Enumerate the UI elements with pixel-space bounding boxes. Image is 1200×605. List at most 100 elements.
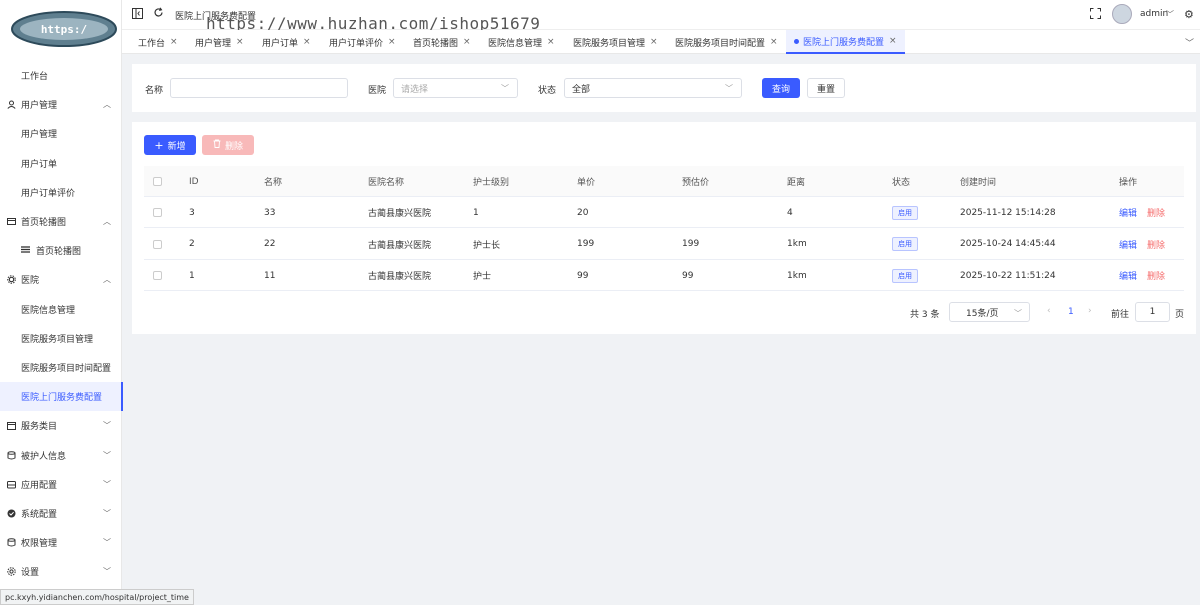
close-icon[interactable]: × bbox=[303, 37, 311, 47]
database-icon bbox=[6, 450, 17, 461]
tab-5[interactable]: 医院信息管理 × bbox=[480, 30, 563, 54]
sidebar-item-1[interactable]: 用户管理 ︿ bbox=[0, 90, 122, 119]
delete-link[interactable]: 删除 bbox=[1147, 206, 1165, 219]
chevron-down-icon[interactable]: ﹀ bbox=[1166, 9, 1174, 20]
sidebar-item-15[interactable]: 系统配置 ﹀ bbox=[0, 499, 122, 528]
search-button[interactable]: 查询 bbox=[762, 78, 800, 98]
close-icon[interactable]: × bbox=[547, 37, 555, 47]
sidebar-item-13[interactable]: 被护人信息 ﹀ bbox=[0, 440, 122, 469]
edit-link[interactable]: 编辑 bbox=[1119, 206, 1137, 219]
page-size-select[interactable]: 15条/页 ﹀ bbox=[949, 302, 1030, 322]
row-checkbox[interactable] bbox=[153, 260, 162, 291]
next-page-icon[interactable]: › bbox=[1088, 306, 1092, 326]
sidebar-item-14[interactable]: 应用配置 ﹀ bbox=[0, 470, 122, 499]
cell-distance: 4 bbox=[787, 207, 793, 218]
sidebar: https:/ 工作台 用户管理 ︿ 用户管理 用户订单 用户订单评价 首页轮播图 ︿ 首页轮播… bbox=[0, 0, 123, 605]
status-select[interactable]: 全部 ﹀ bbox=[564, 78, 742, 98]
sidebar-item-7[interactable]: 医院 ︿ bbox=[0, 265, 122, 294]
status-badge: 启用 bbox=[892, 205, 918, 220]
column-header: 预估价 bbox=[682, 178, 710, 188]
calendar-icon bbox=[6, 420, 17, 431]
avatar[interactable] bbox=[1112, 4, 1132, 24]
close-icon[interactable]: × bbox=[170, 37, 178, 47]
tab-2[interactable]: 用户订单 × bbox=[254, 30, 319, 54]
username[interactable]: admin bbox=[1140, 9, 1168, 19]
chevron-down-icon: ﹀ bbox=[725, 84, 733, 93]
sidebar-item-0[interactable]: 工作台 bbox=[0, 61, 122, 90]
actions-cell: 编辑 删除 bbox=[1119, 260, 1165, 291]
cell-created: 2025-10-22 11:51:24 bbox=[960, 270, 1056, 281]
row-checkbox[interactable] bbox=[153, 229, 162, 260]
delete-button[interactable]: 删除 bbox=[202, 135, 254, 155]
table-panel: + 新增 删除 ID 名称 医院名称 护士级别 单价 预估价 距离 状态 创建时间 操作 3 33 古… bbox=[132, 122, 1196, 334]
delete-link[interactable]: 删除 bbox=[1147, 238, 1165, 251]
sidebar-item-9[interactable]: 医院服务项目管理 bbox=[0, 324, 122, 353]
close-icon[interactable]: × bbox=[236, 37, 244, 47]
user-icon bbox=[6, 99, 17, 110]
cell-level: 1 bbox=[473, 207, 479, 218]
sidebar-item-11[interactable]: 医院上门服务费配置 bbox=[0, 382, 123, 412]
gear-icon[interactable]: ⚙ bbox=[1184, 8, 1194, 21]
filter-panel: 名称 医院 请选择 ﹀ 状态 全部 ﹀ 查询 重置 bbox=[132, 64, 1196, 112]
tab-0[interactable]: 工作台 × bbox=[130, 30, 186, 54]
sidebar-item-17[interactable]: 设置 ﹀ bbox=[0, 557, 122, 586]
column-header: 操作 bbox=[1119, 178, 1138, 188]
sidebar-item-4[interactable]: 用户订单评价 bbox=[0, 178, 122, 207]
sidebar-item-label: 权限管理 bbox=[21, 539, 58, 550]
refresh-icon[interactable] bbox=[153, 7, 164, 21]
table-header: ID 名称 医院名称 护士级别 单价 预估价 距离 状态 创建时间 操作 bbox=[144, 166, 1184, 197]
tab-8[interactable]: 医院上门服务费配置 × bbox=[786, 30, 905, 54]
sidebar-item-label: 医院服务项目时间配置 bbox=[21, 363, 112, 374]
close-icon[interactable]: × bbox=[388, 37, 396, 47]
edit-link[interactable]: 编辑 bbox=[1119, 238, 1137, 251]
tab-1[interactable]: 用户管理 × bbox=[187, 30, 252, 54]
fullscreen-icon[interactable] bbox=[1090, 8, 1101, 22]
add-button[interactable]: + 新增 bbox=[144, 135, 196, 155]
sidebar-item-8[interactable]: 医院信息管理 bbox=[0, 295, 122, 324]
tab-7[interactable]: 医院服务项目时间配置 × bbox=[667, 30, 786, 54]
hospital-select-placeholder: 请选择 bbox=[401, 84, 429, 95]
sidebar-item-10[interactable]: 医院服务项目时间配置 bbox=[0, 353, 122, 382]
check-circle-icon bbox=[6, 508, 17, 519]
close-icon[interactable]: × bbox=[463, 37, 471, 47]
sidebar-item-5[interactable]: 首页轮播图 ︿ bbox=[0, 207, 122, 236]
sidebar-item-label: 医院服务项目管理 bbox=[21, 334, 94, 345]
sidebar-item-12[interactable]: 服务类目 ﹀ bbox=[0, 411, 122, 440]
list-icon bbox=[21, 245, 30, 257]
reset-button[interactable]: 重置 bbox=[807, 78, 845, 98]
cell-price: 20 bbox=[577, 207, 589, 218]
tab-label: 用户管理 bbox=[195, 38, 232, 49]
cell-id: 1 bbox=[189, 270, 195, 281]
close-icon[interactable]: × bbox=[650, 37, 658, 47]
collapse-sidebar-icon[interactable] bbox=[132, 8, 143, 22]
prev-page-icon[interactable]: ‹ bbox=[1047, 306, 1051, 326]
tab-label: 医院服务项目时间配置 bbox=[675, 38, 766, 49]
hospital-select[interactable]: 请选择 ﹀ bbox=[393, 78, 518, 98]
tab-6[interactable]: 医院服务项目管理 × bbox=[565, 30, 666, 54]
sidebar-item-16[interactable]: 权限管理 ﹀ bbox=[0, 528, 122, 557]
tab-label: 医院上门服务费配置 bbox=[803, 37, 885, 48]
table-row: 3 33 古蔺县康兴医院 1 20 4 启用 2025-11-12 15:14:28 编辑 删除 bbox=[144, 197, 1184, 228]
edit-link[interactable]: 编辑 bbox=[1119, 269, 1137, 282]
tab-3[interactable]: 用户订单评价 × bbox=[321, 30, 404, 54]
status-badge: 启用 bbox=[892, 268, 918, 283]
sidebar-item-label: 工作台 bbox=[21, 72, 49, 83]
chevron-down-icon[interactable]: ﹀ bbox=[1185, 36, 1194, 49]
row-checkbox[interactable] bbox=[153, 197, 162, 228]
goto-page-input[interactable]: 1 bbox=[1135, 302, 1170, 322]
sidebar-item-6[interactable]: 首页轮播图 bbox=[0, 236, 122, 265]
sidebar-menu: 工作台用户管理 ︿ 用户管理 用户订单 用户订单评价 首页轮播图 ︿ 首页轮播图 医院 ︿ 医院信息… bbox=[0, 61, 123, 586]
close-icon[interactable]: × bbox=[889, 36, 897, 46]
page-number[interactable]: 1 bbox=[1068, 307, 1074, 327]
sidebar-item-3[interactable]: 用户订单 bbox=[0, 149, 122, 178]
tab-4[interactable]: 首页轮播图 × bbox=[405, 30, 479, 54]
sidebar-item-2[interactable]: 用户管理 bbox=[0, 119, 122, 148]
delete-link[interactable]: 删除 bbox=[1147, 269, 1165, 282]
sidebar-item-label: 医院上门服务费配置 bbox=[21, 393, 103, 404]
status-label: 状态 bbox=[538, 86, 557, 96]
close-icon[interactable]: × bbox=[770, 37, 778, 47]
select-all-checkbox[interactable] bbox=[153, 166, 162, 197]
name-label: 名称 bbox=[145, 86, 164, 96]
name-input[interactable] bbox=[170, 78, 348, 98]
page-unit-label: 页 bbox=[1175, 310, 1185, 320]
